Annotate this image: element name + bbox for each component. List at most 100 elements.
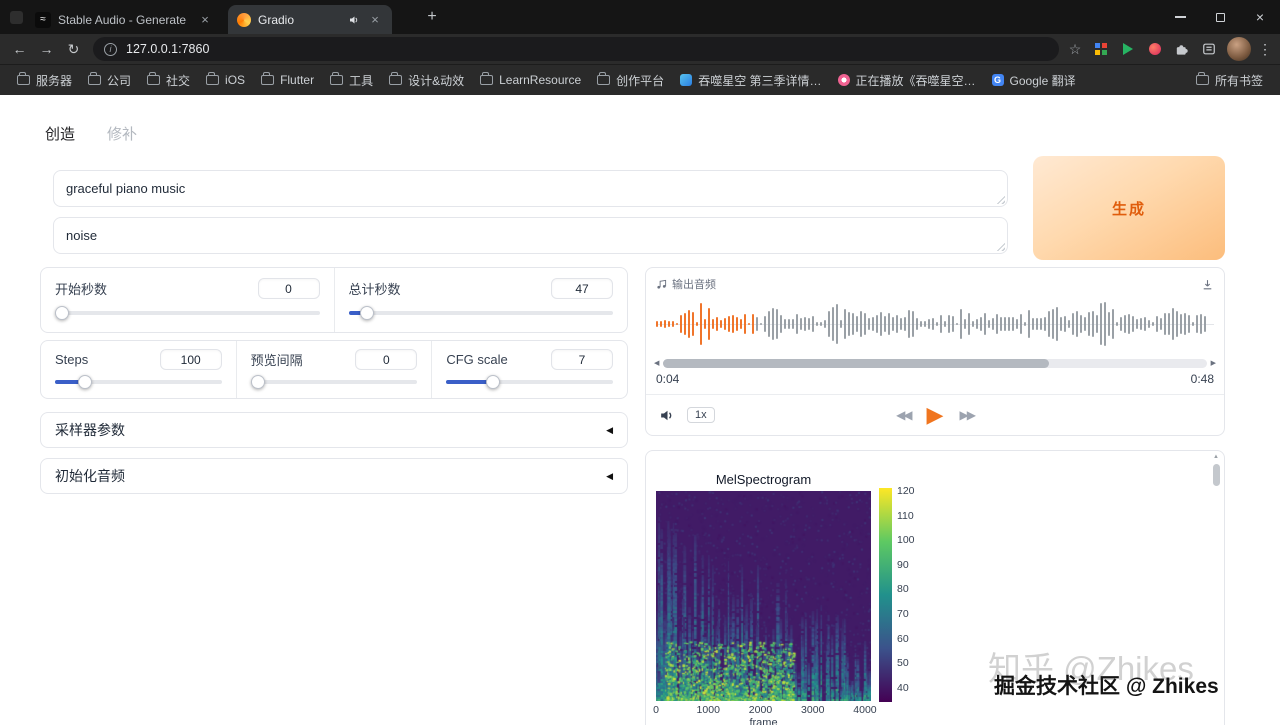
resize-grip-icon[interactable] [996, 242, 1005, 251]
melspectrogram-canvas [656, 491, 871, 701]
extension-icon-panel[interactable] [1195, 36, 1222, 62]
all-bookmarks-button[interactable]: 所有书签 [1189, 69, 1270, 92]
prompt-text: graceful piano music [66, 181, 186, 196]
bookmark-item[interactable]: iOS [199, 70, 252, 90]
seconds-sliders-card: 开始秒数 0 总计秒数 47 [40, 267, 628, 333]
playback-speed-button[interactable]: 1x [687, 407, 715, 423]
tab-create[interactable]: 创造 [45, 123, 75, 144]
gradio-favicon [237, 12, 251, 27]
audio-controls: 1x ◀◀ ▶ ▶▶ [658, 394, 1212, 436]
slider-cfg-scale: CFG scale 7 [431, 341, 627, 398]
slider-thumb[interactable] [486, 375, 500, 389]
slider-number-input[interactable]: 0 [257, 278, 320, 299]
browser-tab-gradio[interactable]: Gradio × [228, 5, 392, 34]
bookmark-star-icon[interactable]: ☆ [1063, 41, 1087, 58]
window-maximize-button[interactable] [1200, 0, 1240, 34]
slider-track[interactable] [446, 375, 614, 389]
negative-prompt-input[interactable]: noise [53, 217, 1008, 254]
profile-avatar[interactable] [1227, 37, 1251, 61]
current-time: 0:04 [656, 372, 680, 386]
tab-close-icon[interactable]: × [367, 12, 383, 28]
site-favicon [837, 74, 850, 86]
resize-grip-icon[interactable] [996, 195, 1005, 204]
slider-track[interactable] [348, 306, 613, 320]
bookmark-item[interactable]: 设计&动效 [382, 69, 471, 92]
total-time: 0:48 [1190, 372, 1214, 386]
window-minimize-button[interactable] [1160, 0, 1200, 34]
gradio-app: 创造 修补 graceful piano music noise 生成 开始秒数… [0, 95, 1280, 725]
window-icon [10, 11, 23, 24]
accordion-sampler-params[interactable]: 采样器参数 ◀ [40, 412, 628, 448]
slider-number-input[interactable]: 100 [159, 349, 222, 370]
waveform-scroll-right-icon[interactable]: ▶ [1211, 359, 1216, 367]
folder-icon [147, 72, 161, 85]
colorbar-ticks: 120 110 100 90 80 70 60 50 40 [897, 485, 915, 694]
extension-icon-grid[interactable] [1087, 36, 1114, 62]
volume-icon[interactable] [658, 406, 677, 425]
slider-steps: Steps 100 [41, 341, 236, 398]
bookmark-item[interactable]: 社交 [140, 69, 197, 92]
waveform-scrollbar[interactable] [663, 358, 1207, 368]
extension-icon-red[interactable] [1141, 36, 1168, 62]
waveform-scroll-left-icon[interactable]: ◀ [654, 359, 659, 367]
slider-number-input[interactable]: 47 [551, 278, 613, 299]
prompt-input[interactable]: graceful piano music [53, 170, 1008, 207]
play-button[interactable]: ▶ [927, 404, 944, 426]
slider-label: 总计秒数 [348, 282, 401, 297]
generate-button[interactable]: 生成 [1033, 156, 1225, 260]
slider-total-seconds: 总计秒数 47 [333, 268, 628, 332]
back-button[interactable]: ← [6, 41, 33, 57]
accordion-init-audio[interactable]: 初始化音频 ◀ [40, 458, 628, 494]
bookmark-item[interactable]: G Google 翻译 [985, 69, 1083, 92]
bookmark-item[interactable]: 服务器 [10, 69, 79, 92]
bookmark-item[interactable]: LearnResource [473, 70, 588, 90]
url-text[interactable]: 127.0.0.1:7860 [126, 42, 1048, 56]
browser-menu-icon[interactable]: ⋮ [1256, 41, 1274, 58]
skip-forward-button[interactable]: ▶▶ [959, 408, 976, 422]
slider-start-seconds: 开始秒数 0 [41, 268, 334, 332]
tab-title: Gradio [258, 12, 295, 27]
slider-track[interactable] [55, 375, 222, 389]
tab-close-icon[interactable]: × [197, 12, 213, 28]
google-translate-icon: G [991, 74, 1004, 86]
extension-icon-green[interactable] [1114, 36, 1141, 62]
slider-thumb[interactable] [250, 375, 265, 389]
slider-track[interactable] [250, 375, 418, 389]
bookmark-item[interactable]: 正在播放《吞噬星空… [831, 69, 983, 92]
waveform-scrollbar-thumb[interactable] [663, 358, 1050, 368]
tab-inpaint[interactable]: 修补 [107, 123, 137, 144]
slider-thumb[interactable] [78, 375, 92, 389]
slider-thumb[interactable] [55, 306, 69, 320]
x-axis-label: frame [749, 717, 778, 725]
slider-thumb[interactable] [360, 306, 374, 320]
card-scrollbar-thumb[interactable] [1213, 464, 1220, 486]
bookmark-item[interactable]: 公司 [81, 69, 138, 92]
chart-title: MelSpectrogram [715, 472, 812, 487]
tab-audio-playing-icon[interactable] [348, 14, 360, 26]
slider-number-input[interactable]: 7 [551, 349, 614, 370]
site-info-icon[interactable]: i [104, 42, 117, 56]
slider-number-input[interactable]: 0 [355, 349, 418, 370]
forward-button[interactable]: → [33, 41, 60, 57]
new-tab-button[interactable]: + [422, 7, 442, 27]
bookmark-item[interactable]: Flutter [254, 70, 321, 90]
download-icon[interactable] [1201, 278, 1214, 291]
bookmark-item[interactable]: 创作平台 [590, 69, 671, 92]
slider-track[interactable] [55, 306, 320, 320]
card-scroll-up-icon[interactable]: ▲ [1212, 454, 1220, 460]
folder-icon [1195, 72, 1209, 85]
waveform-bars[interactable] [656, 295, 1214, 353]
juejin-watermark: 掘金技术社区 @ Zhikes [994, 675, 1219, 698]
window-close-button[interactable]: × [1240, 0, 1280, 34]
skip-back-button[interactable]: ◀◀ [896, 408, 913, 422]
site-favicon [680, 74, 693, 86]
chevron-left-icon: ◀ [606, 470, 613, 481]
reload-button[interactable]: ↻ [60, 41, 87, 58]
bookmark-item[interactable]: 工具 [323, 69, 380, 92]
waveform-container[interactable] [656, 295, 1214, 353]
url-bar[interactable]: i 127.0.0.1:7860 [93, 37, 1059, 61]
browser-tab-stable-audio[interactable]: ≈ Stable Audio - Generate × [26, 5, 222, 34]
extensions-puzzle-icon[interactable] [1168, 36, 1195, 62]
bookmark-item[interactable]: 吞噬星空 第三季详情… [673, 69, 828, 92]
folder-icon [261, 72, 275, 85]
